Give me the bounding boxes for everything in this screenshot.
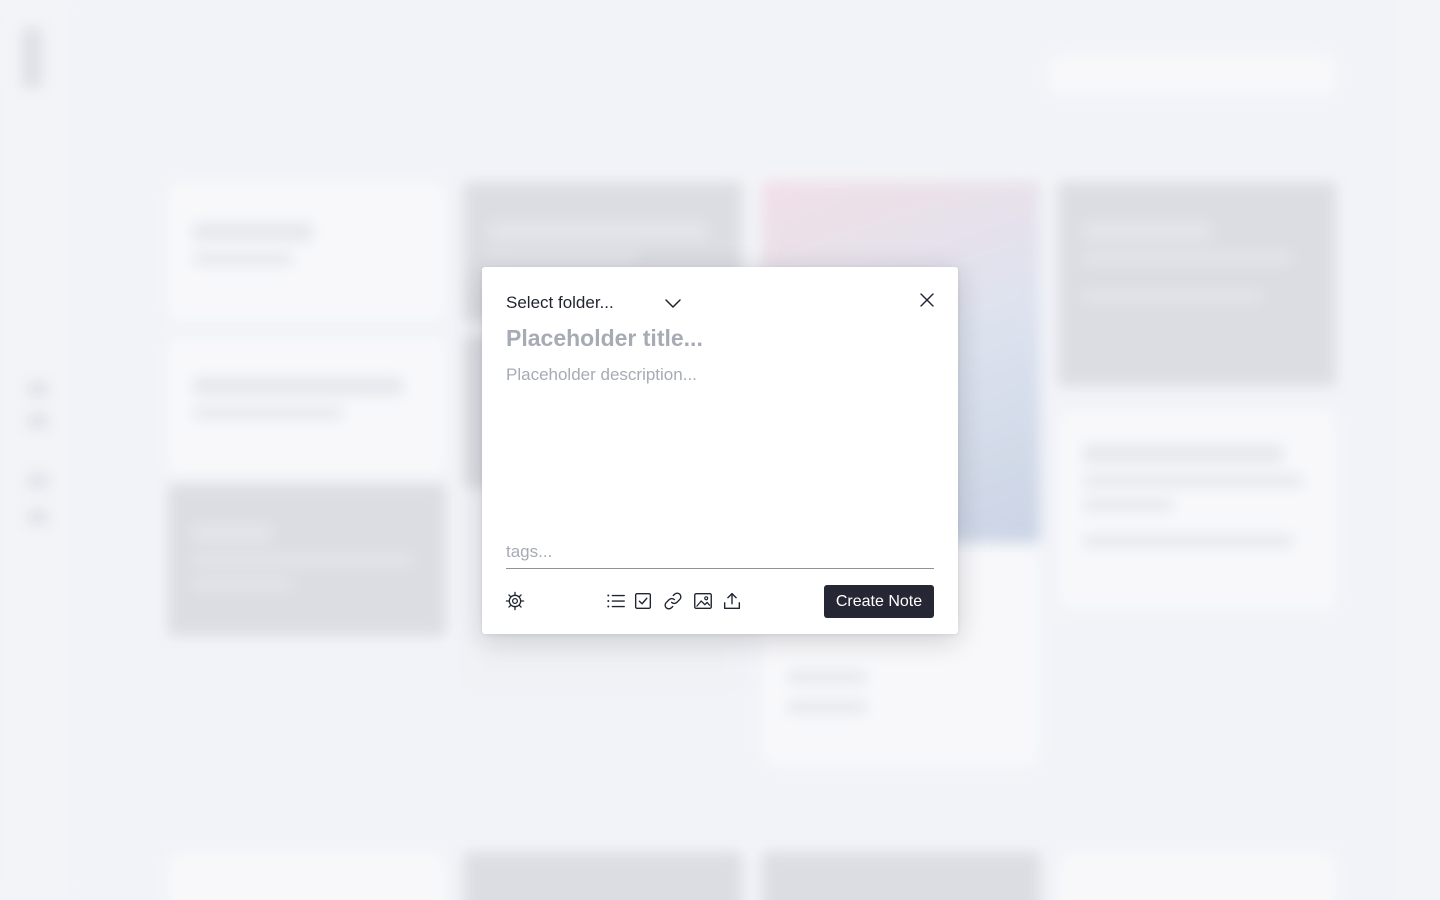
upload-button[interactable] xyxy=(720,589,744,613)
checkbox-button[interactable] xyxy=(631,589,655,613)
bullet-list-icon xyxy=(607,594,625,608)
note-tags-input[interactable] xyxy=(506,535,934,569)
gear-icon xyxy=(505,591,525,611)
close-button[interactable] xyxy=(918,291,936,309)
app-window: Select folder... Placeholder title... Pl… xyxy=(0,0,1440,900)
folder-select-dropdown[interactable]: Select folder... xyxy=(506,291,682,315)
note-description-input[interactable] xyxy=(506,365,934,525)
create-note-modal: Select folder... Placeholder title... Pl… xyxy=(482,267,958,634)
chevron-down-icon xyxy=(665,299,681,308)
close-icon xyxy=(920,293,934,307)
link-icon xyxy=(664,592,682,610)
image-button[interactable] xyxy=(691,589,715,613)
settings-button[interactable] xyxy=(503,589,527,613)
bullet-list-button[interactable] xyxy=(604,589,628,613)
link-button[interactable] xyxy=(661,589,685,613)
upload-icon xyxy=(723,592,741,610)
create-note-button[interactable]: Create Note xyxy=(824,585,934,618)
note-title-input[interactable] xyxy=(506,325,934,352)
checkbox-icon xyxy=(634,592,652,610)
image-icon xyxy=(694,592,712,610)
folder-select-label: Select folder... xyxy=(506,293,614,312)
